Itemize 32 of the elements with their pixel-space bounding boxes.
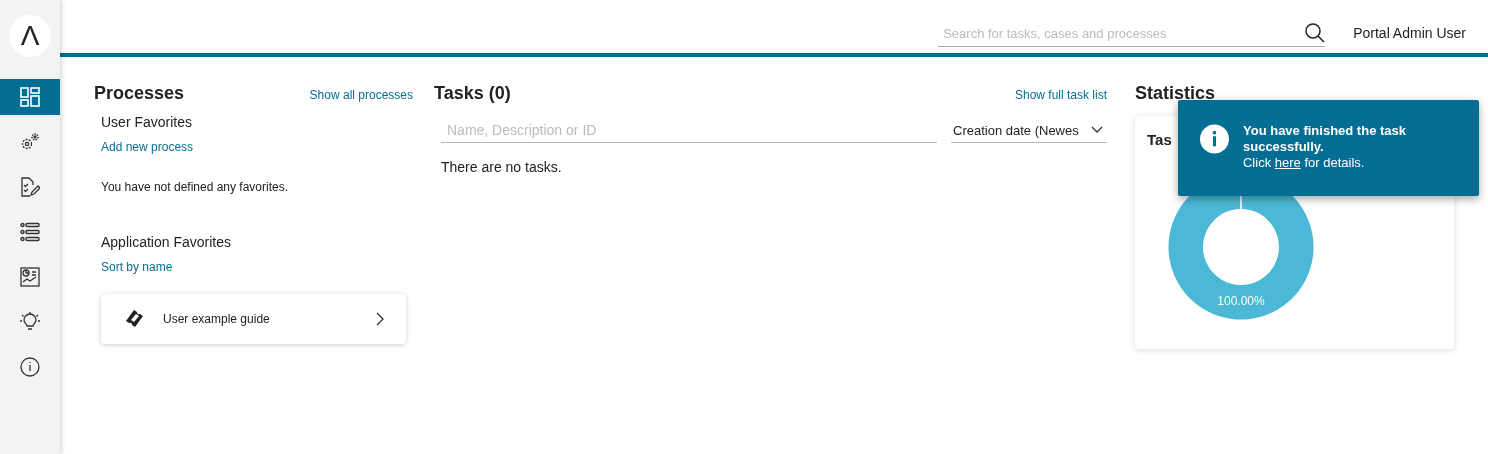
subsection-title: Application Favorites bbox=[101, 234, 231, 250]
subsection-title: User Favorites bbox=[101, 114, 193, 130]
sort-link[interactable]: Sort by name bbox=[101, 260, 173, 274]
details-link[interactable]: here bbox=[1274, 155, 1301, 170]
empty-message: There are no tasks. bbox=[441, 159, 563, 175]
chevron-right-icon bbox=[376, 312, 384, 326]
info-icon bbox=[1200, 123, 1229, 155]
list-icon bbox=[20, 222, 40, 242]
show-all-link[interactable]: Show all processes bbox=[309, 88, 413, 102]
toast-message: Click here for details. bbox=[1243, 155, 1366, 171]
info-icon bbox=[20, 357, 40, 377]
chart-icon bbox=[20, 267, 40, 287]
user-name[interactable]: Portal Admin User bbox=[1353, 25, 1466, 47]
sort-dropdown[interactable]: Creation date (Newes bbox=[951, 118, 1107, 143]
lightbulb-icon bbox=[20, 312, 40, 332]
chart-title: Tas bbox=[1147, 131, 1172, 148]
search-icon[interactable] bbox=[1305, 23, 1326, 43]
dashboard-icon bbox=[20, 87, 40, 107]
checklist-edit-icon bbox=[20, 177, 40, 197]
section-title: Statistics bbox=[1135, 83, 1216, 104]
section-title: Tasks (0) bbox=[434, 83, 511, 104]
show-full-list-link[interactable]: Show full task list bbox=[1014, 88, 1107, 102]
chevron-down-icon bbox=[1091, 126, 1103, 134]
favorite-card[interactable]: User example guide bbox=[101, 294, 406, 344]
add-process-link[interactable]: Add new process bbox=[101, 140, 194, 154]
value-label: 100.00% bbox=[1216, 294, 1266, 308]
favorite-label: User example guide bbox=[163, 312, 271, 326]
section-title: Processes bbox=[94, 83, 185, 104]
logo[interactable]: Λ bbox=[9, 15, 51, 57]
gears-icon bbox=[20, 132, 40, 152]
empty-message: You have not defined any favorites. bbox=[101, 180, 289, 194]
toast-title: You have finished the task successfully. bbox=[1243, 123, 1407, 155]
